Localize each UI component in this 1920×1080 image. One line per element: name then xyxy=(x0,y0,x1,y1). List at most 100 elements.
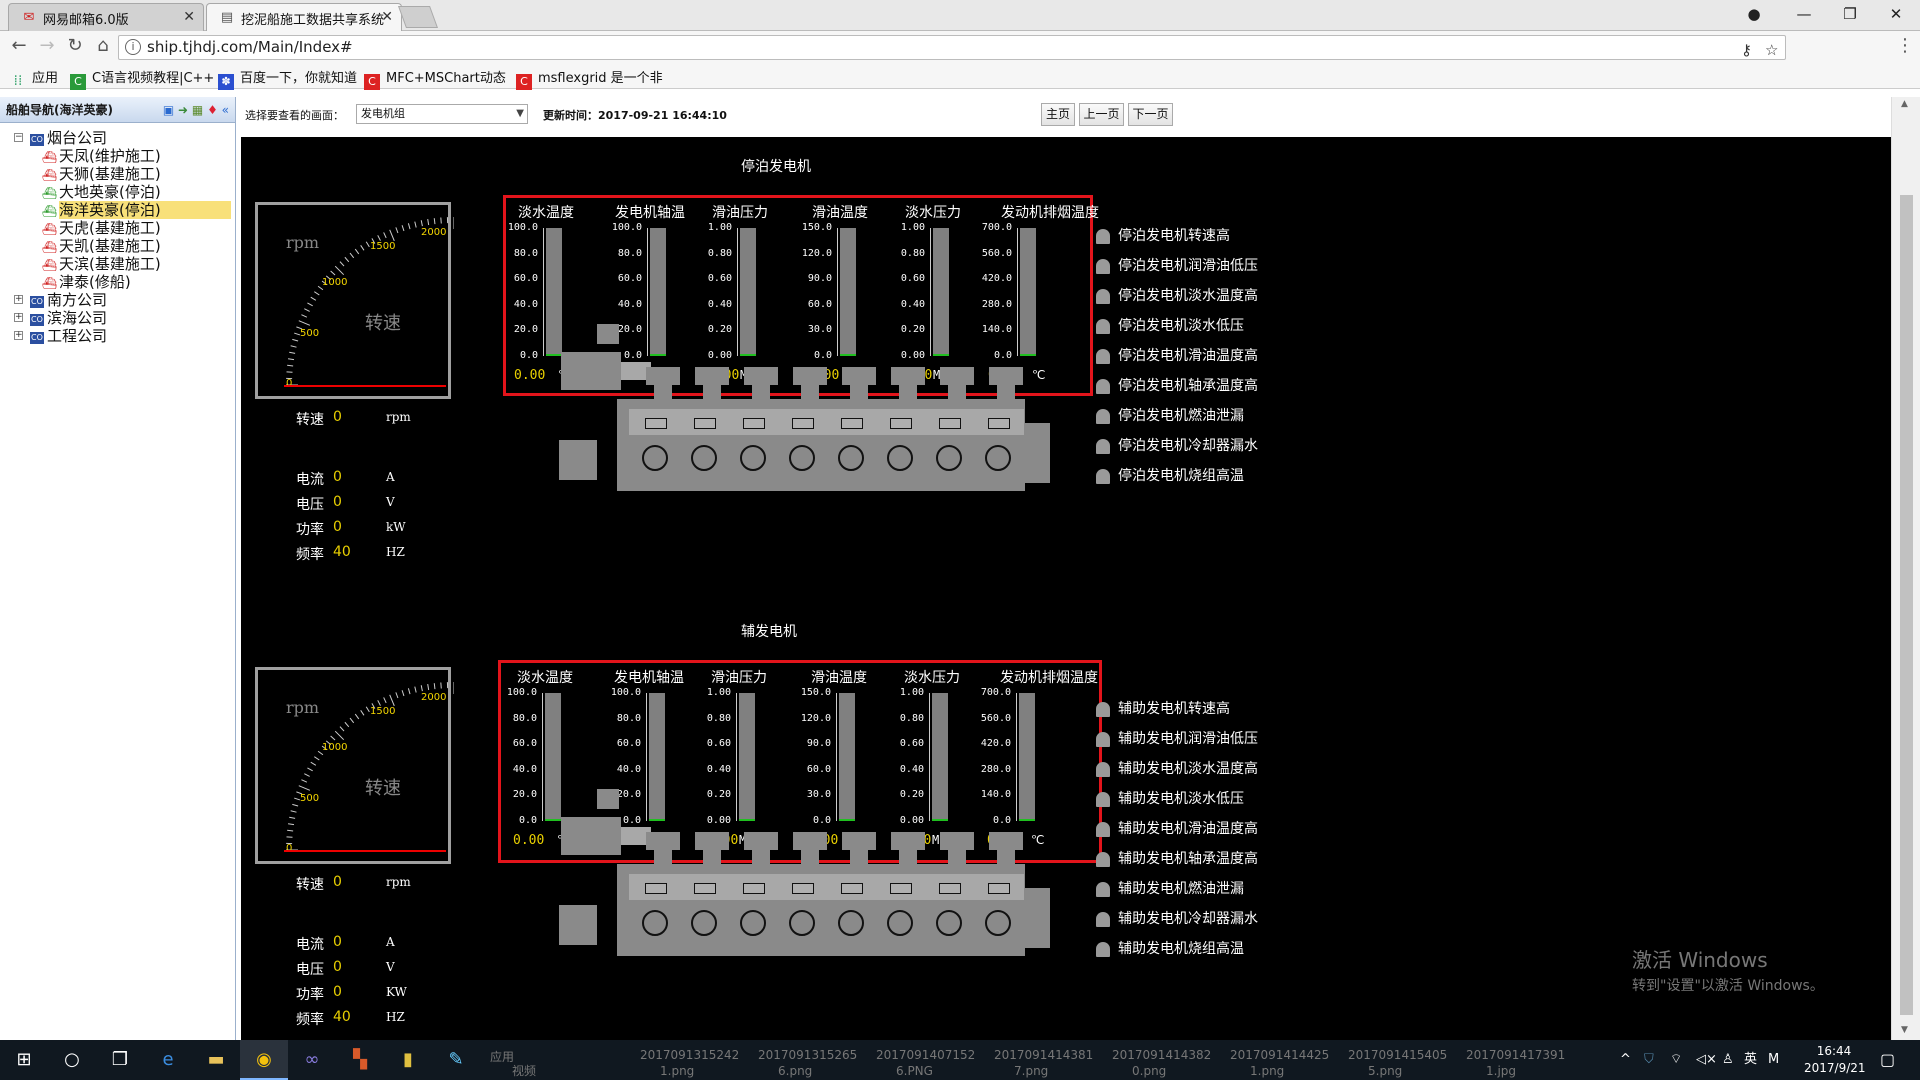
scroll-down-icon[interactable]: ▼ xyxy=(1901,1025,1908,1035)
alarm-indicator[interactable]: 辅助发电机烧组高温 xyxy=(1096,939,1244,961)
company-view-icon[interactable]: ▣ xyxy=(163,103,174,117)
alarm-indicator[interactable]: 停泊发电机转速高 xyxy=(1096,226,1230,248)
tree-ship-dadi-yinghao[interactable]: ⛴ 大地英豪(停泊) xyxy=(0,183,235,201)
paint-brush-icon[interactable]: ✎ xyxy=(432,1040,480,1080)
collapse-toggle-icon[interactable]: − xyxy=(14,133,23,142)
tab-mail[interactable]: ✉ 网易邮箱6.0版 ✕ xyxy=(8,3,204,31)
alarm-label: 停泊发电机滑油温度高 xyxy=(1118,348,1258,364)
scrollbar-thumb[interactable] xyxy=(1900,195,1913,1015)
menu-icon[interactable]: ⋮ xyxy=(1892,35,1918,59)
expand-toggle-icon[interactable]: + xyxy=(14,313,23,322)
home-page-button[interactable]: 主页 xyxy=(1041,103,1075,126)
alarm-indicator[interactable]: 辅助发电机冷却器漏水 xyxy=(1096,909,1258,931)
tree-ship-tianhu[interactable]: ⛴ 天虎(基建施工) xyxy=(0,219,235,237)
close-window-button[interactable]: ✕ xyxy=(1873,0,1919,30)
windows-start-icon[interactable]: ⊞ xyxy=(0,1040,48,1080)
alarm-indicator[interactable]: 停泊发电机淡水温度高 xyxy=(1096,286,1258,308)
bookmarks-bar: ⁞⁞ 应用 C C语言视频教程|C++ ✽ 百度一下，你就知道 C MFC+MSChar… xyxy=(0,63,1920,90)
alarm-indicator[interactable]: 辅助发电机转速高 xyxy=(1096,699,1230,721)
alarm-indicator[interactable]: 停泊发电机润滑油低压 xyxy=(1096,256,1258,278)
close-icon[interactable]: ✕ xyxy=(381,9,393,25)
alarm-indicator[interactable]: 停泊发电机轴承温度高 xyxy=(1096,376,1258,398)
tree-ship-tianbin[interactable]: ⛴ 天滨(基建施工) xyxy=(0,255,235,273)
map-icon[interactable]: ▦ xyxy=(192,103,203,117)
alarm-indicator[interactable]: 辅助发电机淡水温度高 xyxy=(1096,759,1258,781)
document-app-icon[interactable]: ▮ xyxy=(384,1040,432,1080)
bookmark-c-video[interactable]: C C语言视频教程|C++ xyxy=(70,67,214,90)
ghost-file-name: 2017091414425 xyxy=(1230,1048,1330,1062)
alarm-indicator[interactable]: 停泊发电机冷却器漏水 xyxy=(1096,436,1258,458)
tree-ship-tiankai[interactable]: ⛴ 天凯(基建施工) xyxy=(0,237,235,255)
bookmark-msflexgrid[interactable]: Cmsflexgrid 是一个非 xyxy=(516,67,663,90)
tree-ship-tianshi[interactable]: ⛴ 天狮(基建施工) xyxy=(0,165,235,183)
forward-arrow-icon[interactable]: → xyxy=(34,35,60,59)
address-bar[interactable]: i ship.tjhdj.com/Main/Index# ⚷ ☆ xyxy=(118,35,1786,60)
tree-company-binhai[interactable]: + CO 滨海公司 xyxy=(0,309,235,327)
alarm-indicator[interactable]: 辅助发电机燃油泄漏 xyxy=(1096,879,1244,901)
scroll-up-icon[interactable]: ▲ xyxy=(1901,99,1908,109)
info-icon[interactable]: i xyxy=(125,39,141,55)
minimize-button[interactable]: — xyxy=(1781,0,1827,30)
volume-muted-icon[interactable]: ◁× xyxy=(1696,1040,1717,1080)
bookmark-star-icon[interactable]: ☆ xyxy=(1765,39,1778,62)
bookmark-apps[interactable]: ⁞⁞ 应用 xyxy=(10,67,58,89)
prev-page-button[interactable]: 上一页 xyxy=(1079,103,1124,126)
new-tab-button[interactable] xyxy=(397,6,439,28)
tree-company-gongcheng[interactable]: + CO 工程公司 xyxy=(0,327,235,345)
qq-tray-icon[interactable]: ♙ xyxy=(1722,1040,1734,1080)
taskbar-clock[interactable]: 16:44 2017/9/21 xyxy=(1804,1043,1866,1077)
alarm-indicator[interactable]: 停泊发电机烧组高温 xyxy=(1096,466,1244,488)
readout-2: 电压 0 V xyxy=(296,959,436,978)
notification-center-icon[interactable]: ▢ xyxy=(1880,1040,1895,1080)
tree-company-yantai[interactable]: − CO 烟台公司 xyxy=(0,129,235,147)
expand-toggle-icon[interactable]: + xyxy=(14,331,23,340)
meter-label: 滑油压力 xyxy=(712,205,768,221)
bookmark-baidu[interactable]: ✽ 百度一下，你就知道 xyxy=(218,67,357,90)
profile-icon[interactable]: ● xyxy=(1731,0,1777,30)
tab-ship-system[interactable]: ▤ 挖泥船施工数据共享系统 ✕ xyxy=(206,3,402,32)
page-scrollbar[interactable]: ▲ ▼ xyxy=(1891,97,1920,1040)
tree-company-nanfang[interactable]: + CO 南方公司 xyxy=(0,291,235,309)
tree-ship-tianfeng[interactable]: ⛴ 天凤(维护施工) xyxy=(0,147,235,165)
close-icon[interactable]: ✕ xyxy=(183,9,195,25)
ime-indicator[interactable]: 英 xyxy=(1744,1040,1757,1080)
alarm-indicator[interactable]: 停泊发电机燃油泄漏 xyxy=(1096,406,1244,428)
back-arrow-icon[interactable]: ← xyxy=(6,35,32,59)
gauge-tick xyxy=(310,296,317,301)
task-view-icon[interactable]: ❐ xyxy=(96,1040,144,1080)
app-blocks-icon[interactable]: ▚ xyxy=(336,1040,384,1080)
bookmark-mfc-mschart[interactable]: C MFC+MSChart动态 xyxy=(364,67,506,90)
alarm-indicator[interactable]: 辅助发电机润滑油低压 xyxy=(1096,729,1258,751)
visual-studio-icon[interactable]: ∞ xyxy=(288,1040,336,1080)
maximize-button[interactable]: ❐ xyxy=(1827,0,1873,30)
tree-ship-haiyang-yinghao[interactable]: ⛴ 海洋英豪(停泊) xyxy=(0,201,235,219)
location-pin-icon[interactable]: ♦ xyxy=(207,103,218,117)
alarm-indicator[interactable]: 停泊发电机淡水低压 xyxy=(1096,316,1244,338)
readout-unit: HZ xyxy=(386,545,405,559)
tree-ship-jintai[interactable]: ⛴ 津泰(修船) xyxy=(0,273,235,291)
alarm-indicator[interactable]: 停泊发电机滑油温度高 xyxy=(1096,346,1258,368)
reload-icon[interactable]: ↻ xyxy=(62,35,88,59)
expand-toggle-icon[interactable]: + xyxy=(14,295,23,304)
gauge-tick xyxy=(383,697,387,704)
file-explorer-icon[interactable]: ▬ xyxy=(192,1040,240,1080)
alarm-indicator[interactable]: 辅助发电机轴承温度高 xyxy=(1096,849,1258,871)
alarm-indicator[interactable]: 辅助发电机滑油温度高 xyxy=(1096,819,1258,841)
edge-browser-icon[interactable]: e xyxy=(144,1040,192,1080)
view-select[interactable]: 发电机组 ▼ xyxy=(356,104,528,124)
valve-slot xyxy=(841,418,863,429)
defender-shield-icon[interactable]: ⛉ xyxy=(1644,1040,1654,1080)
collapse-sidebar-icon[interactable]: « xyxy=(222,103,229,117)
ime-mode-icon[interactable]: M xyxy=(1768,1040,1779,1080)
network-icon[interactable]: ⌔ xyxy=(1670,1040,1682,1080)
crank-circle xyxy=(642,910,668,936)
home-icon[interactable]: ⌂ xyxy=(90,35,116,59)
chrome-icon[interactable]: ◉ xyxy=(240,1040,288,1080)
readout-4: 频率 40 HZ xyxy=(296,1009,436,1028)
show-hidden-icons-icon[interactable]: ^ xyxy=(1620,1040,1631,1080)
forward-nav-icon[interactable]: ➜ xyxy=(178,103,188,117)
key-icon[interactable]: ⚷ xyxy=(1741,39,1752,62)
alarm-indicator[interactable]: 辅助发电机淡水低压 xyxy=(1096,789,1244,811)
search-circle-icon[interactable]: ○ xyxy=(48,1040,96,1080)
next-page-button[interactable]: 下一页 xyxy=(1128,103,1173,126)
